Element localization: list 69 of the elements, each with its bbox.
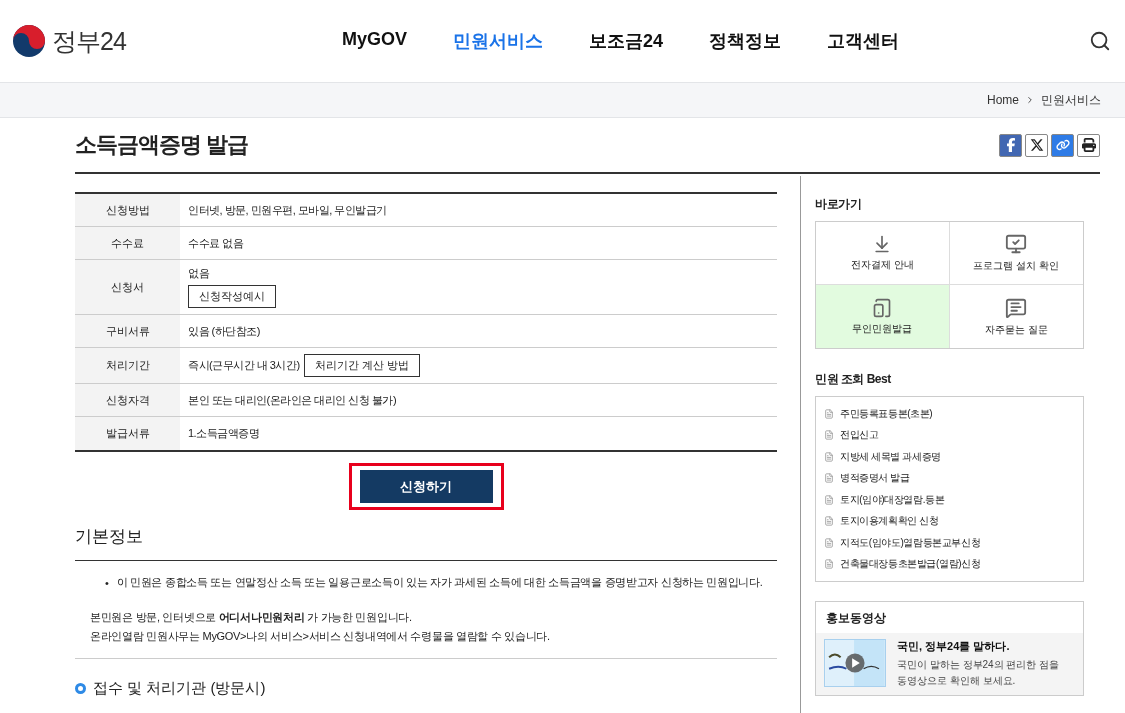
best-link[interactable]: 지적도(임야도)열람등본교부신청 — [824, 532, 1075, 554]
document-icon — [824, 559, 834, 570]
document-icon — [824, 430, 834, 441]
row-value: 인터넷, 방문, 민원우편, 모바일, 무인발급기 — [188, 202, 387, 218]
document-icon — [824, 408, 834, 419]
logo-icon — [12, 24, 46, 58]
speech-bubble-icon — [1005, 296, 1028, 319]
logo-text: 정부24 — [52, 25, 126, 57]
section-heading: 기본정보 — [75, 525, 777, 561]
print-icon — [1081, 138, 1096, 152]
best-link[interactable]: 주민등록표등본(초본) — [824, 403, 1075, 425]
note-text: 본민원은 방문, 인터넷으로 어디서나민원처리 가 가능한 민원입니다. — [90, 610, 413, 625]
video-description: 국민이 말하는 정부24의 편리한 점을 동영상으로 확인해 보세요. — [897, 658, 1061, 688]
row-label: 수수료 — [75, 227, 180, 259]
bullet-marker: • — [105, 576, 109, 589]
best-link[interactable]: 건축물대장등초본발급(열람)신청 — [824, 553, 1075, 575]
monitor-icon — [1005, 233, 1028, 255]
best-link[interactable]: 병적증명서 발급 — [824, 467, 1075, 489]
row-value: 즉시(근무시간 내 3시간) — [188, 358, 300, 373]
row-label: 신청방법 — [75, 194, 180, 226]
video-title[interactable]: 국민, 정부24를 말하다. — [897, 639, 1067, 654]
row-label: 신청자격 — [75, 384, 180, 416]
link-icon — [1055, 138, 1070, 152]
x-icon — [1029, 138, 1044, 152]
document-icon — [824, 537, 834, 548]
row-value: 있음 (하단참조) — [188, 323, 260, 339]
nav-tab[interactable]: 보조금24 — [589, 29, 664, 53]
breadcrumb-link[interactable]: 민원서비스 — [1041, 91, 1101, 109]
shortcut-tile[interactable]: 무인민원발급 — [816, 285, 950, 348]
nav-tab[interactable]: 정책정보 — [709, 29, 782, 53]
circle-bullet-icon — [75, 683, 86, 694]
row-value: 수수료 없음 — [188, 235, 244, 251]
shortcut-tile[interactable]: 전자결제 안내 — [816, 222, 950, 285]
best-link[interactable]: 토지(임야)대장열람.등본 — [824, 489, 1075, 511]
bullet-text: 이 민원은 종합소득 또는 연말정산 소득 또는 일용근로소득이 있는 자가 과세된 소득에 대한 소득금액을 증명받고자 신청하는 민원입니다. — [116, 575, 763, 590]
apply-button[interactable]: 신청하기 — [359, 470, 493, 503]
row-value: 1.소득금액증명 — [188, 426, 260, 441]
chevron-icon — [1025, 95, 1035, 105]
link-share-button[interactable] — [1051, 133, 1074, 157]
best-link[interactable]: 지방세 세목별 과세증명 — [824, 446, 1075, 468]
document-icon — [824, 516, 834, 527]
detail-button[interactable]: 신청작성예시 — [188, 285, 276, 308]
row-label: 신청서 — [75, 260, 180, 314]
print-button[interactable] — [1077, 133, 1100, 157]
sidebar-heading: 바로가기 — [815, 196, 862, 213]
subsection-heading: 접수 및 처리기관 (방문시) — [93, 679, 266, 698]
row-value: 본인 또는 대리인(온라인은 대리인 신청 불가) — [188, 392, 397, 408]
promo-heading: 홍보동영상 — [825, 610, 887, 627]
row-value: 없음 — [188, 266, 209, 281]
note-text: 온라인열람 민원사무는 MyGOV>나의 서비스>서비스 신청내역에서 수령물을 열람할 수 있습니다. — [90, 629, 551, 644]
nav-tab[interactable]: 민원서비스 — [453, 29, 543, 53]
nav-tab[interactable]: 고객센터 — [827, 29, 900, 53]
best-link[interactable]: 전입신고 — [824, 424, 1075, 446]
page-title: 소득금액증명 발급 — [75, 131, 249, 159]
row-label: 발급서류 — [75, 417, 180, 450]
kiosk-icon — [872, 297, 893, 318]
sidebar-heading: 민원 조회 Best — [815, 371, 892, 388]
document-icon — [824, 473, 834, 484]
facebook-share-button[interactable] — [999, 133, 1022, 157]
x-share-button[interactable] — [1025, 133, 1048, 157]
search-icon[interactable] — [1089, 30, 1111, 52]
breadcrumb-link[interactable]: Home — [987, 93, 1019, 107]
detail-button[interactable]: 처리기간 계산 방법 — [303, 354, 420, 377]
nav-tab[interactable]: MyGOV — [342, 29, 407, 53]
document-icon — [824, 451, 834, 462]
row-label: 구비서류 — [75, 315, 180, 347]
row-label: 처리기간 — [75, 348, 180, 383]
best-link[interactable]: 토지이용계획확인 신청 — [824, 510, 1075, 532]
document-icon — [824, 494, 834, 505]
